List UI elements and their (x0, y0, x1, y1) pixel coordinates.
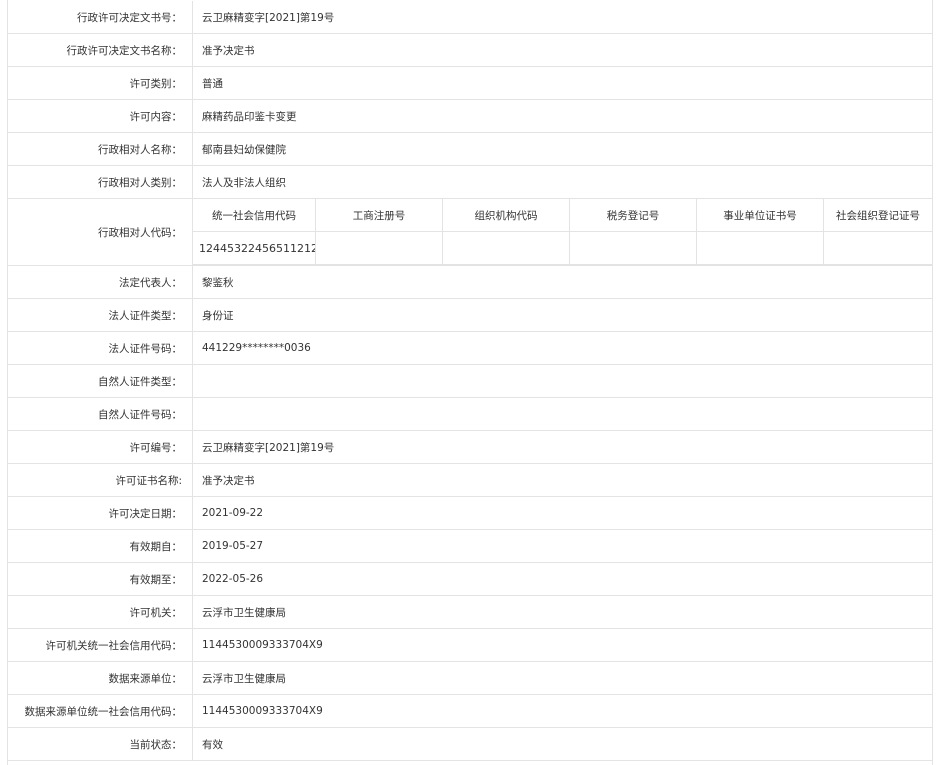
code-value: 12445322456511212Q (193, 232, 316, 265)
record-row: 有效期至： 2022-05-26 (8, 563, 932, 596)
record-row: 许可编号： 云卫麻精变字[2021]第19号 (8, 431, 932, 464)
record-row: 数据来源单位统一社会信用代码： 1144530009333704X9 (8, 695, 932, 728)
field-label: 许可类别： (8, 67, 193, 99)
record-row: 许可类别： 普通 (8, 67, 932, 100)
field-value: 黎鉴秋 (202, 276, 234, 289)
field-label: 行政许可决定文书名称： (8, 34, 193, 66)
field-label: 许可机关统一社会信用代码： (8, 629, 193, 661)
record-row: 自然人证件号码： (8, 398, 932, 431)
field-value: 2021-09-22 (202, 507, 264, 519)
code-value (824, 232, 932, 265)
field-label: 行政相对人类别： (8, 166, 193, 198)
record-row: 法人证件类型： 身份证 (8, 299, 932, 332)
code-table: 统一社会信用代码 工商注册号 组织机构代码 税务登记号 事业单位证书号 社会组织… (193, 199, 932, 265)
field-label: 数据来源单位统一社会信用代码： (8, 695, 193, 727)
field-label: 许可内容： (8, 100, 193, 132)
field-value: 有效 (202, 738, 223, 751)
record-row: 行政相对人名称： 郁南县妇幼保健院 (8, 133, 932, 166)
field-value: 云卫麻精变字[2021]第19号 (202, 11, 335, 24)
field-label: 许可证书名称: (8, 464, 193, 496)
field-label: 许可编号： (8, 431, 193, 463)
record-row: 法定代表人： 黎鉴秋 (8, 266, 932, 299)
code-header: 统一社会信用代码 (193, 199, 316, 232)
field-value: 准予决定书 (202, 44, 255, 57)
field-value (193, 365, 932, 397)
code-header: 事业单位证书号 (697, 199, 824, 232)
record-row: 许可决定日期： 2021-09-22 (8, 497, 932, 530)
field-value: 身份证 (202, 309, 234, 322)
field-label: 法定代表人： (8, 266, 193, 298)
field-label: 行政相对人代码： (8, 199, 193, 265)
field-value: 云浮市卫生健康局 (202, 606, 286, 619)
code-value (443, 232, 570, 265)
code-header: 工商注册号 (316, 199, 443, 232)
field-label: 当前状态： (8, 728, 193, 760)
field-label: 许可机关： (8, 596, 193, 628)
field-label: 有效期自： (8, 530, 193, 562)
code-header: 组织机构代码 (443, 199, 570, 232)
field-value (193, 398, 932, 430)
field-label: 数据来源单位： (8, 662, 193, 694)
field-label: 行政相对人名称： (8, 133, 193, 165)
field-value: 2022-05-26 (202, 573, 264, 585)
record-row: 许可机关统一社会信用代码： 1144530009333704X9 (8, 629, 932, 662)
field-value: 郁南县妇幼保健院 (202, 143, 286, 156)
code-value (570, 232, 697, 265)
code-value (697, 232, 824, 265)
code-row: 行政相对人代码： 统一社会信用代码 工商注册号 组织机构代码 税务登记号 事业单… (8, 199, 932, 266)
field-label: 许可决定日期： (8, 497, 193, 529)
record-row: 自然人证件类型： (8, 365, 932, 398)
field-label: 自然人证件号码： (8, 398, 193, 430)
record-row: 许可机关： 云浮市卫生健康局 (8, 596, 932, 629)
record-table: 行政许可决定文书号： 云卫麻精变字[2021]第19号 行政许可决定文书名称： … (7, 0, 933, 765)
field-label: 自然人证件类型： (8, 365, 193, 397)
record-row: 当前状态： 有效 (8, 728, 932, 761)
record-row: 行政许可决定文书名称： 准予决定书 (8, 34, 932, 67)
field-value: 1144530009333704X9 (202, 639, 323, 651)
record-row: 行政许可决定文书号： 云卫麻精变字[2021]第19号 (8, 1, 932, 34)
record-page: 行政许可决定文书号： 云卫麻精变字[2021]第19号 行政许可决定文书名称： … (0, 0, 938, 765)
field-label: 有效期至： (8, 563, 193, 595)
field-value: 1144530009333704X9 (202, 705, 323, 717)
field-value: 准予决定书 (202, 474, 255, 487)
record-row: 法人证件号码： 441229********0036 (8, 332, 932, 365)
code-header: 社会组织登记证号 (824, 199, 932, 232)
field-value: 2019-05-27 (202, 540, 264, 552)
code-value (316, 232, 443, 265)
code-header: 税务登记号 (570, 199, 697, 232)
field-label: 法人证件类型： (8, 299, 193, 331)
field-value: 麻精药品印鉴卡变更 (202, 110, 297, 123)
field-value: 法人及非法人组织 (202, 176, 286, 189)
record-row: 有效期自： 2019-05-27 (8, 530, 932, 563)
record-row: 数据来源单位： 云浮市卫生健康局 (8, 662, 932, 695)
record-row: 许可内容： 麻精药品印鉴卡变更 (8, 100, 932, 133)
field-value: 普通 (202, 77, 223, 90)
field-value: 云卫麻精变字[2021]第19号 (202, 441, 335, 454)
field-value: 441229********0036 (202, 342, 311, 354)
field-value: 云浮市卫生健康局 (202, 672, 286, 685)
field-label: 行政许可决定文书号： (8, 1, 193, 33)
field-label: 法人证件号码： (8, 332, 193, 364)
record-row: 行政相对人类别： 法人及非法人组织 (8, 166, 932, 199)
record-row: 许可证书名称: 准予决定书 (8, 464, 932, 497)
